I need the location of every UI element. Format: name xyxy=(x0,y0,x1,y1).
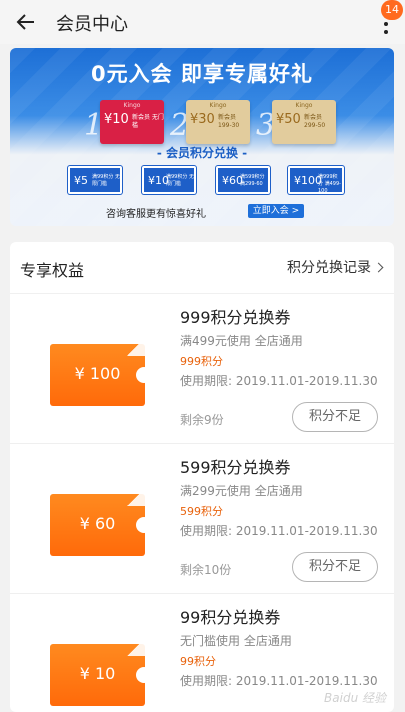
list-item: ¥ 60 599积分兑换券 满299元使用 全店通用 599积分 使用期限: 2… xyxy=(10,444,394,594)
mini-text: 满599积分 满299-60 xyxy=(240,174,265,187)
banner-mini-coupons: ¥5 满99积分 无限门槛 ¥10 满99积分 无限门槛 ¥60 满599积分 … xyxy=(10,166,394,196)
coupon-logo: Kingo xyxy=(295,102,313,109)
top-bar: 会员中心 14 xyxy=(0,0,405,44)
banner-subtitle: - 会员积分兑换 - xyxy=(156,146,248,160)
item-remaining: 剩余10份 xyxy=(180,563,232,577)
coupon-corner xyxy=(121,494,145,506)
arrow-left-icon[interactable] xyxy=(14,10,38,34)
item-date: 使用期限: 2019.11.01-2019.11.30 xyxy=(180,674,378,688)
step-coupon: Kingo ¥30 新会员 199-30 xyxy=(186,100,250,144)
item-title: 99积分兑换券 xyxy=(180,608,281,627)
exchange-record-link[interactable]: 积分兑换记录 xyxy=(287,257,384,277)
benefits-header: 专享权益 积分兑换记录 xyxy=(10,242,394,294)
benefits-title: 专享权益 xyxy=(20,261,85,280)
item-points: 99积分 xyxy=(180,655,216,668)
watermark: Baidu 经验 xyxy=(324,691,386,705)
page-title: 会员中心 xyxy=(56,14,128,35)
item-points: 599积分 xyxy=(180,505,223,518)
mini-coupon: ¥10 满99积分 无限门槛 xyxy=(142,166,196,194)
item-title: 999积分兑换券 xyxy=(180,308,291,327)
coupon-ticket: ¥ 60 xyxy=(50,494,152,556)
banner-footer-text: 咨询客服更有惊喜好礼 xyxy=(106,209,206,220)
coupon-text: 新会员 299-50 xyxy=(304,114,326,129)
coupon-amount: ¥30 xyxy=(190,112,215,127)
exchange-record-label: 积分兑换记录 xyxy=(287,260,371,276)
membership-banner[interactable]: 0元入会 即享专属好礼 1 Kingo ¥10 新会员 无门槛 2 Kingo … xyxy=(10,48,394,226)
coupon-ticket: ¥ 100 xyxy=(50,344,152,406)
coupon-value: ¥ 60 xyxy=(79,514,116,533)
step-coupon: Kingo ¥10 新会员 无门槛 xyxy=(100,100,164,144)
banner-headline: 0元入会 即享专属好礼 xyxy=(91,62,313,86)
coupon-value: ¥ 100 xyxy=(74,364,121,383)
item-date: 使用期限: 2019.11.01-2019.11.30 xyxy=(180,524,378,538)
item-condition: 无门槛使用 全店通用 xyxy=(180,634,292,648)
coupon-logo: Kingo xyxy=(123,102,141,109)
item-points: 999积分 xyxy=(180,355,223,368)
mini-amount: ¥5 xyxy=(74,174,88,187)
chevron-right-icon xyxy=(373,262,384,273)
coupon-corner xyxy=(121,644,145,656)
item-date: 使用期限: 2019.11.01-2019.11.30 xyxy=(180,374,378,388)
item-condition: 满499元使用 全店通用 xyxy=(180,334,303,348)
item-title: 599积分兑换券 xyxy=(180,458,291,477)
list-item: ¥ 100 999积分兑换券 满499元使用 全店通用 999积分 使用期限: … xyxy=(10,294,394,444)
mini-text: 满99积分 无限门槛 xyxy=(166,174,194,187)
mini-coupon: ¥100 满999积分 满499-100 xyxy=(288,166,344,194)
notification-badge: 14 xyxy=(381,0,403,20)
insufficient-points-button[interactable]: 积分不足 xyxy=(292,402,378,432)
mini-coupon: ¥5 满99积分 无限门槛 xyxy=(68,166,122,194)
mini-coupon: ¥60 满599积分 满299-60 xyxy=(216,166,270,194)
join-now-button[interactable]: 立即入会 > xyxy=(248,204,304,218)
insufficient-points-button[interactable]: 积分不足 xyxy=(292,552,378,582)
coupon-logo: Kingo xyxy=(209,102,227,109)
coupon-text: 新会员 无门槛 xyxy=(132,114,164,129)
coupon-amount: ¥50 xyxy=(276,112,301,127)
item-remaining: 剩余9份 xyxy=(180,413,224,427)
coupon-text: 新会员 199-30 xyxy=(218,114,240,129)
mini-text: 满999积分 满499-100 xyxy=(318,174,341,194)
coupon-ticket: ¥ 10 xyxy=(50,644,152,706)
item-condition: 满299元使用 全店通用 xyxy=(180,484,303,498)
mini-text: 满99积分 无限门槛 xyxy=(92,174,120,187)
coupon-corner xyxy=(121,344,145,356)
step-coupon: Kingo ¥50 新会员 299-50 xyxy=(272,100,336,144)
coupon-value: ¥ 10 xyxy=(79,664,116,683)
coupon-amount: ¥10 xyxy=(104,112,129,127)
benefits-card: 专享权益 积分兑换记录 ¥ 100 999积分兑换券 满499元使用 全店通用 … xyxy=(10,242,394,712)
